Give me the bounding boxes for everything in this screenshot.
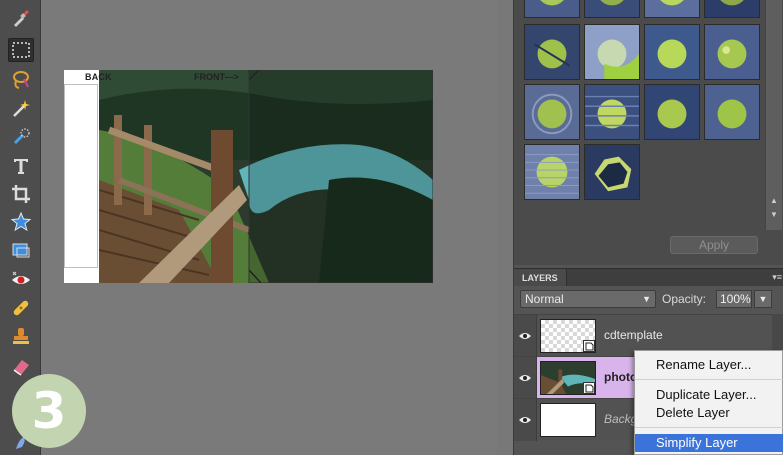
opacity-input[interactable]: 100%: [716, 290, 752, 308]
effect-thumb[interactable]: [524, 24, 580, 80]
opacity-dropdown-icon[interactable]: ▼: [754, 290, 772, 308]
red-eye-icon: [12, 271, 30, 284]
scroll-up-icon[interactable]: ▲: [769, 196, 779, 206]
healing-brush-icon: [13, 300, 29, 316]
document-canvas[interactable]: BACK FRONT--->: [64, 70, 433, 283]
eraser-tool[interactable]: [8, 354, 34, 378]
cookie-cutter-tool[interactable]: [8, 210, 34, 234]
layer-context-menu: Rename Layer... Duplicate Layer... Delet…: [634, 350, 783, 455]
type-icon: [14, 159, 28, 174]
eye-icon: [519, 333, 531, 339]
opacity-label: Opacity:: [662, 292, 707, 306]
rectangular-marquee-tool[interactable]: [8, 38, 34, 62]
crop-icon: [12, 185, 30, 203]
magic-wand-tool[interactable]: [8, 96, 34, 120]
recompose-tool[interactable]: [8, 238, 34, 262]
smart-object-icon: [583, 382, 595, 394]
visibility-toggle[interactable]: [514, 399, 537, 441]
eye-icon: [519, 417, 531, 423]
type-tool[interactable]: [8, 154, 34, 178]
cookie-cutter-icon: [10, 211, 32, 232]
panel-menu-icon[interactable]: ▾≡: [772, 272, 782, 283]
effects-panel: ▲ ▼ Apply: [514, 0, 783, 265]
healing-brush-tool[interactable]: [8, 296, 34, 320]
layer-name: photo: [604, 370, 638, 384]
effect-thumb[interactable]: [704, 0, 760, 18]
visibility-toggle[interactable]: [514, 357, 537, 399]
effect-thumb[interactable]: [524, 84, 580, 140]
effect-thumb[interactable]: [584, 144, 640, 200]
blend-mode-select[interactable]: Normal ▼: [520, 290, 656, 308]
cd-spine-outline: [64, 84, 98, 268]
menu-item-duplicate-layer[interactable]: Duplicate Layer...: [635, 386, 783, 404]
layers-controls: Normal ▼ Opacity: 100% ▼: [514, 286, 783, 314]
effect-thumb[interactable]: [584, 0, 640, 18]
lasso-tool[interactable]: [8, 68, 34, 92]
menu-item-rename-layer[interactable]: Rename Layer...: [635, 356, 783, 374]
effect-thumb[interactable]: [584, 84, 640, 140]
quick-selection-tool[interactable]: [8, 124, 34, 148]
effect-thumb[interactable]: [524, 0, 580, 18]
eyedropper-icon: [14, 10, 29, 27]
recompose-icon: [12, 243, 30, 258]
crop-tool[interactable]: [8, 182, 34, 206]
eyedropper-tool[interactable]: [8, 6, 34, 30]
front-label: FRONT--->: [194, 72, 239, 82]
effect-thumb[interactable]: [644, 84, 700, 140]
step-number-badge: 3: [12, 374, 86, 448]
layers-tab[interactable]: LAYERS: [514, 269, 567, 287]
menu-item-delete-layer[interactable]: Delete Layer: [635, 404, 783, 422]
eraser-icon: [13, 360, 29, 376]
quick-selection-icon: [13, 128, 30, 145]
apply-button[interactable]: Apply: [670, 236, 758, 254]
effect-thumb[interactable]: [524, 144, 580, 200]
effect-thumb[interactable]: [644, 0, 700, 18]
smart-object-icon: [583, 340, 595, 352]
visibility-toggle[interactable]: [514, 315, 537, 357]
effect-thumb[interactable]: [584, 24, 640, 80]
clone-stamp-tool[interactable]: [8, 324, 34, 348]
layer-name: cdtemplate: [604, 328, 663, 342]
menu-separator: [635, 427, 783, 428]
effects-scrollbar[interactable]: ▲ ▼: [765, 0, 782, 230]
landscape-photo-image: [99, 70, 433, 283]
red-eye-tool[interactable]: [8, 268, 34, 292]
menu-separator: [635, 379, 783, 380]
back-label: BACK: [85, 72, 112, 82]
clone-stamp-icon: [13, 328, 29, 344]
effect-thumb[interactable]: [704, 24, 760, 80]
menu-item-simplify-layer[interactable]: Simplify Layer: [635, 434, 783, 452]
chevron-down-icon: ▼: [642, 294, 651, 304]
effect-thumb[interactable]: [704, 84, 760, 140]
marquee-icon: [12, 42, 30, 58]
eye-icon: [519, 375, 531, 381]
lasso-icon: [13, 71, 29, 89]
magic-wand-icon: [13, 100, 30, 117]
effect-thumb[interactable]: [644, 24, 700, 80]
panel-gutter: [497, 0, 513, 455]
layer-thumbnail: [540, 403, 596, 437]
layers-tab-bar: LAYERS ▾≡: [514, 268, 783, 287]
placed-photo: [99, 70, 433, 283]
layer-name: Backg: [604, 412, 638, 426]
blend-mode-value: Normal: [525, 292, 564, 306]
scroll-down-icon[interactable]: ▼: [769, 210, 779, 220]
